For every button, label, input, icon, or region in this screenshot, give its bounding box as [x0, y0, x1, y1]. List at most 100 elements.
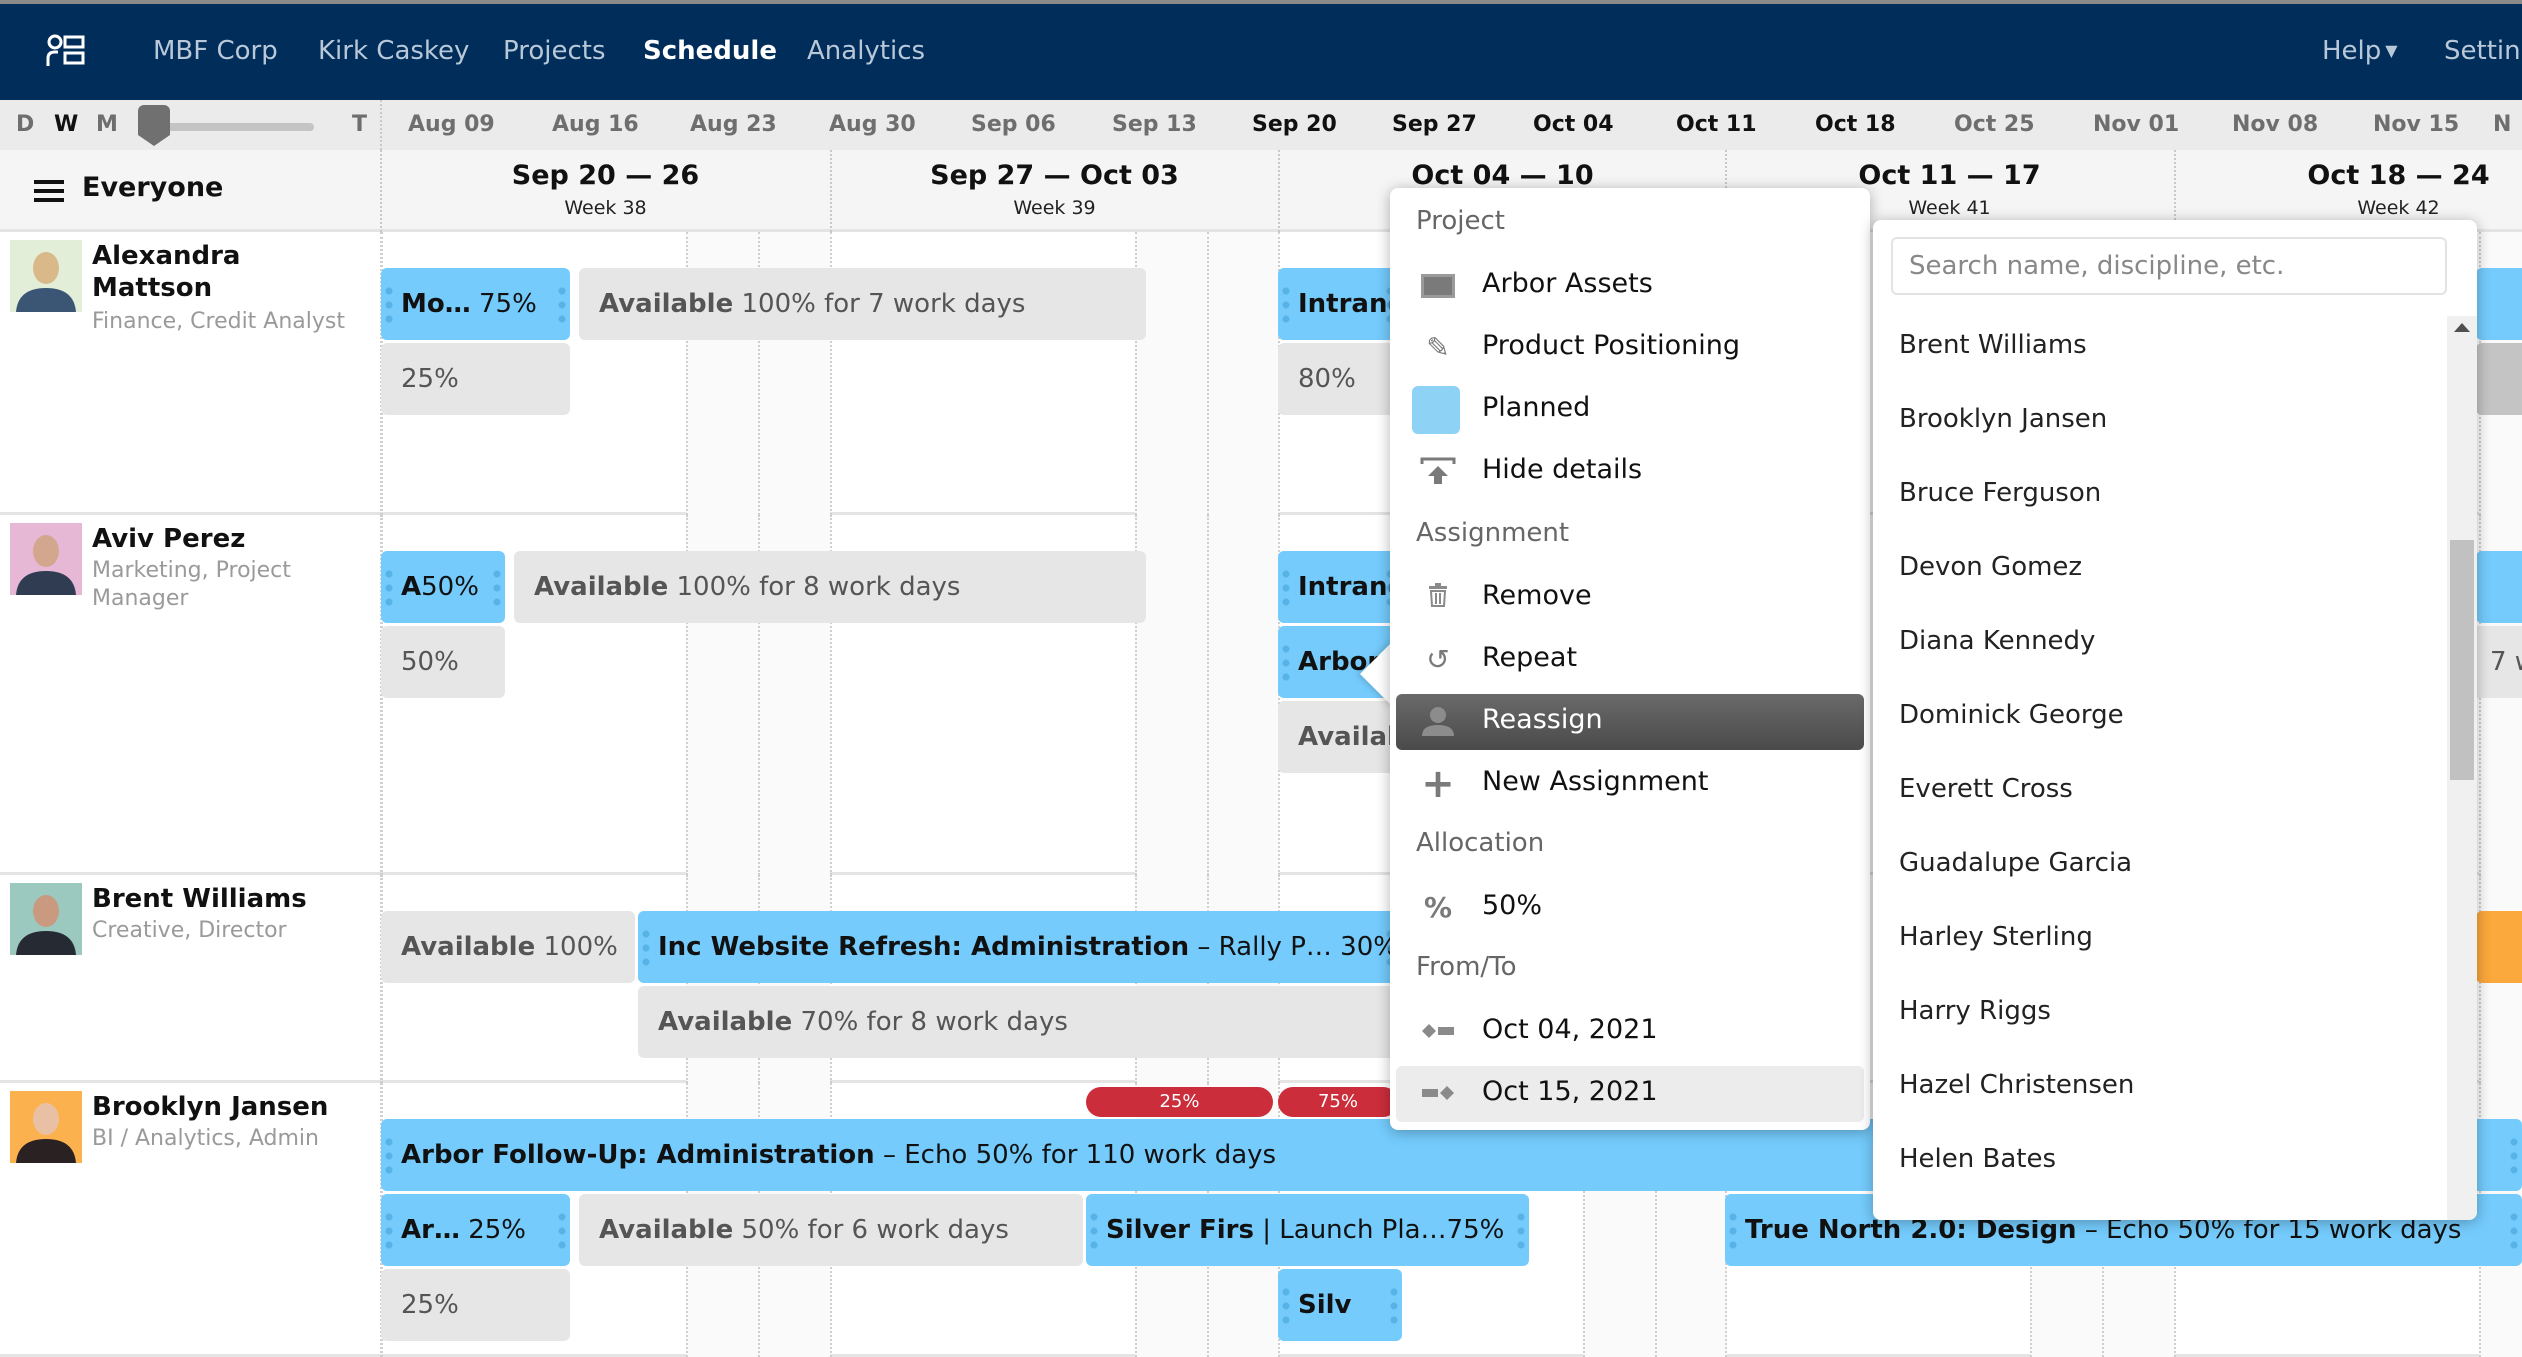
person-option[interactable]: Dominick George: [1899, 700, 2124, 730]
drag-handle-right[interactable]: [558, 1210, 566, 1250]
availability-bar[interactable]: Available 50% for 6 work days: [579, 1194, 1083, 1266]
menu-item-status[interactable]: Planned: [1396, 382, 1864, 438]
zoom-slider-track[interactable]: [148, 123, 314, 131]
assignment-bar[interactable]: Silver Firs | Launch Pla…75%: [1086, 1194, 1529, 1266]
assignment-bar[interactable]: A50%: [381, 551, 505, 623]
availability-bar[interactable]: 25%: [381, 1269, 570, 1341]
scrollbar-thumb[interactable]: [2450, 540, 2474, 780]
availability-bar[interactable]: Available 100% for 7 work days: [579, 268, 1146, 340]
person-option[interactable]: Guadalupe Garcia: [1899, 848, 2132, 878]
assignment-bar[interactable]: Intranet: [1278, 551, 1398, 623]
nav-link-analytics[interactable]: Analytics: [807, 36, 925, 66]
drag-handle-left[interactable]: [385, 1135, 393, 1175]
ruler-date[interactable]: Aug 09: [408, 112, 495, 137]
availability-bar[interactable]: 7 w: [2470, 626, 2522, 698]
avatar[interactable]: [10, 1091, 82, 1163]
drag-handle-left[interactable]: [1282, 1285, 1290, 1325]
person-option[interactable]: Diana Kennedy: [1899, 626, 2095, 656]
zoom-slider-handle[interactable]: [138, 105, 170, 135]
person-option[interactable]: Devon Gomez: [1899, 552, 2082, 582]
ruler-date[interactable]: Aug 23: [690, 112, 777, 137]
avatar[interactable]: [10, 883, 82, 955]
ruler-date[interactable]: Aug 16: [552, 112, 639, 137]
avatar[interactable]: [10, 240, 82, 312]
person-name[interactable]: Alexandra Mattson: [92, 240, 242, 304]
menu-item-reassign[interactable]: Reassign: [1396, 694, 1864, 750]
zoom-week[interactable]: W: [54, 112, 78, 137]
zoom-month[interactable]: M: [96, 112, 118, 137]
menu-item-remove[interactable]: Remove: [1396, 570, 1864, 626]
assignment-bar[interactable]: [2476, 551, 2522, 623]
assignment-bar[interactable]: Intranet: [1278, 268, 1398, 340]
assignment-bar[interactable]: Ar… 25%: [381, 1194, 570, 1266]
person-option[interactable]: Harry Riggs: [1899, 996, 2051, 1026]
drag-handle-left[interactable]: [385, 1210, 393, 1250]
ruler-date[interactable]: Oct 18: [1815, 112, 1896, 137]
ruler-date[interactable]: Sep 13: [1112, 112, 1197, 137]
tentative-assignment-bar[interactable]: [2476, 911, 2522, 983]
drag-handle-left[interactable]: [1282, 642, 1290, 682]
drag-handle-left[interactable]: [1282, 567, 1290, 607]
person-name[interactable]: Brent Williams: [92, 883, 307, 915]
ruler-date[interactable]: Nov 15: [2373, 112, 2459, 137]
drag-handle-left[interactable]: [385, 284, 393, 324]
zoom-day[interactable]: D: [16, 112, 34, 137]
availability-bar[interactable]: Available 70% for 8 work days: [638, 986, 1398, 1058]
drag-handle-right[interactable]: [1517, 1210, 1525, 1250]
nav-link-schedule[interactable]: Schedule: [643, 36, 777, 66]
person-option[interactable]: Everett Cross: [1899, 774, 2073, 804]
menu-item-to-date[interactable]: Oct 15, 2021: [1396, 1066, 1864, 1122]
nav-link-projects[interactable]: Projects: [503, 36, 606, 66]
drag-handle-left[interactable]: [385, 567, 393, 607]
person-name[interactable]: Brooklyn Jansen: [92, 1091, 328, 1123]
ruler-date[interactable]: Sep 27: [1392, 112, 1477, 137]
menu-item-project[interactable]: Arbor Assets: [1396, 258, 1864, 314]
scroll-up-arrow-icon[interactable]: [2454, 323, 2470, 332]
drag-handle-left[interactable]: [1729, 1210, 1737, 1250]
ruler-date[interactable]: Aug 30: [829, 112, 916, 137]
person-option[interactable]: Bruce Ferguson: [1899, 478, 2101, 508]
availability-bar[interactable]: Available 100% for 8 work days: [514, 551, 1146, 623]
person-option[interactable]: Helen Bates: [1899, 1144, 2056, 1174]
availability-bar[interactable]: 25%: [381, 343, 570, 415]
avatar[interactable]: [10, 523, 82, 595]
menu-item-new-assignment[interactable]: + New Assignment: [1396, 756, 1864, 812]
person-option[interactable]: Hazel Christensen: [1899, 1070, 2134, 1100]
menu-item-repeat[interactable]: ↺ Repeat: [1396, 632, 1864, 688]
ruler-date[interactable]: Sep 20: [1252, 112, 1337, 137]
assignment-bar[interactable]: Silv: [1278, 1269, 1402, 1341]
drag-handle-right[interactable]: [493, 567, 501, 607]
person-option[interactable]: Brooklyn Jansen: [1899, 404, 2107, 434]
drag-handle-right[interactable]: [558, 284, 566, 324]
drag-handle-left[interactable]: [1282, 284, 1290, 324]
availability-bar[interactable]: Available 100%: [381, 911, 635, 983]
people-menu-icon[interactable]: [46, 34, 86, 68]
ruler-date[interactable]: Oct 04: [1533, 112, 1614, 137]
menu-item-allocation[interactable]: % 50%: [1396, 880, 1864, 936]
person-option[interactable]: Harley Sterling: [1899, 922, 2093, 952]
assignment-bar[interactable]: [2476, 268, 2522, 340]
help-menu[interactable]: Help ▼: [2322, 36, 2398, 66]
overallocation-badge[interactable]: 25%: [1086, 1087, 1273, 1117]
ruler-date[interactable]: Sep 06: [971, 112, 1056, 137]
availability-bar[interactable]: [2476, 343, 2522, 415]
ruler-date[interactable]: Nov 01: [2093, 112, 2179, 137]
person-search-input[interactable]: [1891, 237, 2447, 295]
assignment-bar[interactable]: Mo… 75%: [381, 268, 570, 340]
nav-link-company[interactable]: MBF Corp: [153, 36, 278, 66]
person-name[interactable]: Aviv Perez: [92, 523, 245, 555]
availability-bar[interactable]: Available: [1278, 701, 1398, 773]
ruler-date[interactable]: Nov 08: [2232, 112, 2318, 137]
menu-item-hide-details[interactable]: Hide details: [1396, 444, 1864, 500]
zoom-today[interactable]: T: [352, 112, 367, 137]
drag-handle-left[interactable]: [642, 927, 650, 967]
overallocation-badge[interactable]: 75%: [1278, 1087, 1398, 1117]
ruler-date[interactable]: Oct 25: [1954, 112, 2035, 137]
ruler-date[interactable]: Oct 11: [1676, 112, 1757, 137]
person-option[interactable]: Brent Williams: [1899, 330, 2087, 360]
people-filter-label[interactable]: Everyone: [82, 172, 223, 203]
menu-item-from-date[interactable]: Oct 04, 2021: [1396, 1004, 1864, 1060]
drag-handle-right[interactable]: [2510, 1210, 2518, 1250]
drag-handle-left[interactable]: [1090, 1210, 1098, 1250]
hamburger-menu-icon[interactable]: [34, 180, 64, 202]
